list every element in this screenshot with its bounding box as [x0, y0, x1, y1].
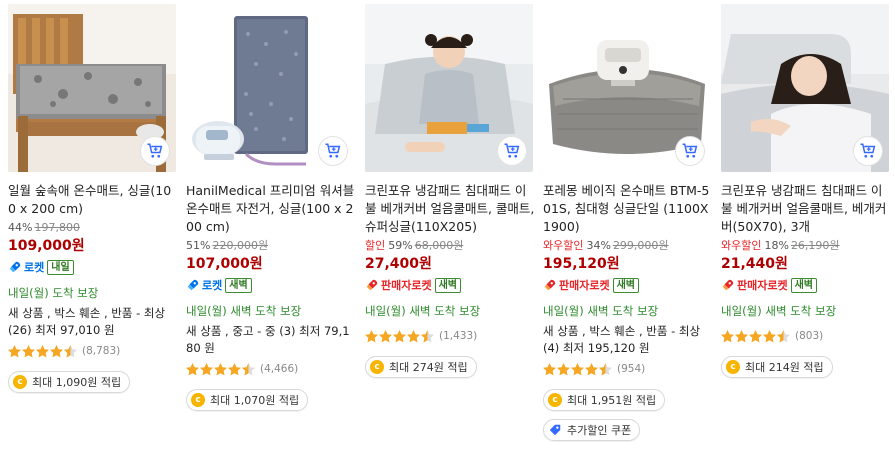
product-image[interactable] [543, 4, 711, 172]
product-card[interactable]: HanilMedical 프리미엄 워셔블 온수매트 자전거, 싱글(100 x… [186, 0, 356, 411]
points-badge: c 최대 1,070원 적립 [186, 389, 309, 411]
sale-price: 21,440원 [721, 256, 788, 272]
rating: (4,466) [186, 361, 356, 377]
points-badge: c 최대 1,090원 적립 [8, 371, 131, 393]
star-rating-icon [721, 329, 791, 343]
coin-icon: c [548, 393, 562, 407]
coin-icon: c [726, 360, 740, 374]
product-image[interactable] [186, 4, 354, 172]
add-to-cart-button[interactable] [853, 136, 883, 166]
original-price: 197,800 [34, 221, 80, 234]
original-price: 220,000원 [212, 239, 269, 252]
product-card[interactable]: 크린포유 냉감패드 침대패드 이불 베개커버 얼음쿨매트, 쿨매트, 슈퍼싱글(… [365, 0, 535, 378]
price-discount-row: 44% 197,800 [8, 220, 178, 235]
product-card[interactable]: 크린포유 냉감패드 침대패드 이불 베개커버 얼음쿨매트, 베개커버(50X70… [721, 0, 891, 378]
points-badge: c 최대 274원 적립 [365, 356, 477, 378]
sale-price: 107,000원 [186, 256, 263, 272]
cart-icon [504, 143, 520, 158]
coin-icon: c [191, 393, 205, 407]
add-to-cart-button[interactable] [675, 136, 705, 166]
review-count: (803) [795, 330, 824, 342]
product-image[interactable] [8, 4, 176, 172]
delivery-guarantee: 내일(월) 새벽 도착 보장 [365, 304, 481, 318]
cart-icon [147, 143, 163, 158]
discount-rate: 51% [186, 239, 211, 252]
original-price: 26,190원 [790, 239, 840, 252]
delivery-tag: 새벽 [612, 277, 640, 293]
delivery-badge: 로켓 새벽 [186, 276, 356, 294]
review-count: (8,783) [82, 345, 121, 357]
star-rating-icon [543, 362, 613, 376]
delivery-badge: 판매자로켓 새벽 [721, 276, 891, 294]
delivery-tag: 내일 [47, 259, 74, 275]
coin-icon: c [370, 360, 384, 374]
product-card[interactable]: 일월 숲속애 온수매트, 싱글(100 x 200 cm) 44% 197,800… [8, 0, 178, 393]
points-badge: c 최대 214원 적립 [721, 356, 833, 378]
seller-rocket-icon [722, 279, 734, 291]
original-price: 299,000원 [612, 239, 669, 252]
original-price: 68,000원 [414, 239, 464, 252]
used-offer[interactable]: 새 상품 , 박스 훼손 , 반품 - 최상 (4) 최저 195,120 원 [543, 323, 713, 357]
sale-label: 와우할인 [543, 239, 584, 252]
sale-label: 와우할인 [721, 239, 762, 252]
sale-label: 할인 [365, 239, 386, 252]
delivery-guarantee: 내일(월) 새벽 도착 보장 [721, 304, 837, 318]
delivery-tag: 새벽 [225, 277, 252, 293]
sale-price: 27,400원 [365, 256, 432, 272]
product-title[interactable]: 포레몽 베이직 온수매트 BTM-501S, 침대형 싱글단일 (1100X19… [543, 182, 713, 236]
cart-icon [682, 143, 698, 158]
used-offer[interactable]: 새 상품 , 박스 훼손 , 반품 - 최상 (26) 최저 97,010 원 [8, 305, 178, 339]
product-title[interactable]: 크린포유 냉감패드 침대패드 이불 베개커버 얼음쿨매트, 쿨매트, 슈퍼싱글(… [365, 182, 535, 236]
rating: (8,783) [8, 343, 178, 359]
rocket-icon [187, 279, 199, 291]
star-rating-icon [365, 329, 435, 343]
discount-rate: 18% [764, 239, 789, 252]
add-to-cart-button[interactable] [140, 136, 170, 166]
coupon-tag-icon [549, 424, 561, 436]
delivery-badge: 판매자로켓 새벽 [543, 276, 713, 294]
price-discount-row: 와우할인 18% 26,190원 [721, 238, 891, 253]
delivery-guarantee: 내일(월) 도착 보장 [8, 286, 99, 300]
seller-rocket-icon [366, 279, 378, 291]
product-image[interactable] [365, 4, 533, 172]
delivery-tag: 새벽 [434, 277, 462, 293]
delivery-badge: 로켓 내일 [8, 258, 178, 276]
discount-rate: 34% [586, 239, 611, 252]
add-to-cart-button[interactable] [318, 136, 348, 166]
product-title[interactable]: HanilMedical 프리미엄 워셔블 온수매트 자전거, 싱글(100 x… [186, 182, 356, 236]
cart-icon [325, 143, 341, 158]
seller-rocket-icon [544, 279, 556, 291]
star-rating-icon [186, 362, 256, 376]
sale-price: 195,120원 [543, 256, 620, 272]
cart-icon [860, 143, 876, 158]
sale-price: 109,000원 [8, 238, 85, 254]
delivery-tag: 새벽 [790, 277, 818, 293]
delivery-badge: 판매자로켓 새벽 [365, 276, 535, 294]
points-badge: c 최대 1,951원 적립 [543, 389, 666, 411]
review-count: (954) [617, 363, 646, 375]
discount-rate: 59% [388, 239, 413, 252]
add-to-cart-button[interactable] [497, 136, 527, 166]
product-title[interactable]: 크린포유 냉감패드 침대패드 이불 베개커버 얼음쿨매트, 베개커버(50X70… [721, 182, 891, 236]
price-discount-row: 와우할인 34% 299,000원 [543, 238, 713, 253]
rocket-icon [9, 261, 21, 273]
coupon-badge[interactable]: 추가할인 쿠폰 [543, 419, 641, 441]
price-discount-row: 할인 59% 68,000원 [365, 238, 535, 253]
product-grid: 일월 숲속애 온수매트, 싱글(100 x 200 cm) 44% 197,800… [0, 0, 895, 469]
product-card[interactable]: 포레몽 베이직 온수매트 BTM-501S, 침대형 싱글단일 (1100X19… [543, 0, 713, 441]
coin-icon: c [13, 375, 27, 389]
discount-rate: 44% [8, 221, 33, 234]
delivery-guarantee: 내일(월) 새벽 도착 보장 [186, 304, 302, 318]
price-discount-row: 51% 220,000원 [186, 238, 356, 253]
rating: (1,433) [365, 328, 535, 344]
product-image[interactable] [721, 4, 889, 172]
rating: (954) [543, 361, 713, 377]
review-count: (4,466) [260, 363, 299, 375]
product-title[interactable]: 일월 숲속애 온수매트, 싱글(100 x 200 cm) [8, 182, 178, 218]
star-rating-icon [8, 344, 78, 358]
delivery-guarantee: 내일(월) 새벽 도착 보장 [543, 304, 659, 318]
review-count: (1,433) [439, 330, 478, 342]
used-offer[interactable]: 새 상품 , 중고 - 중 (3) 최저 79,180 원 [186, 323, 356, 357]
rating: (803) [721, 328, 891, 344]
